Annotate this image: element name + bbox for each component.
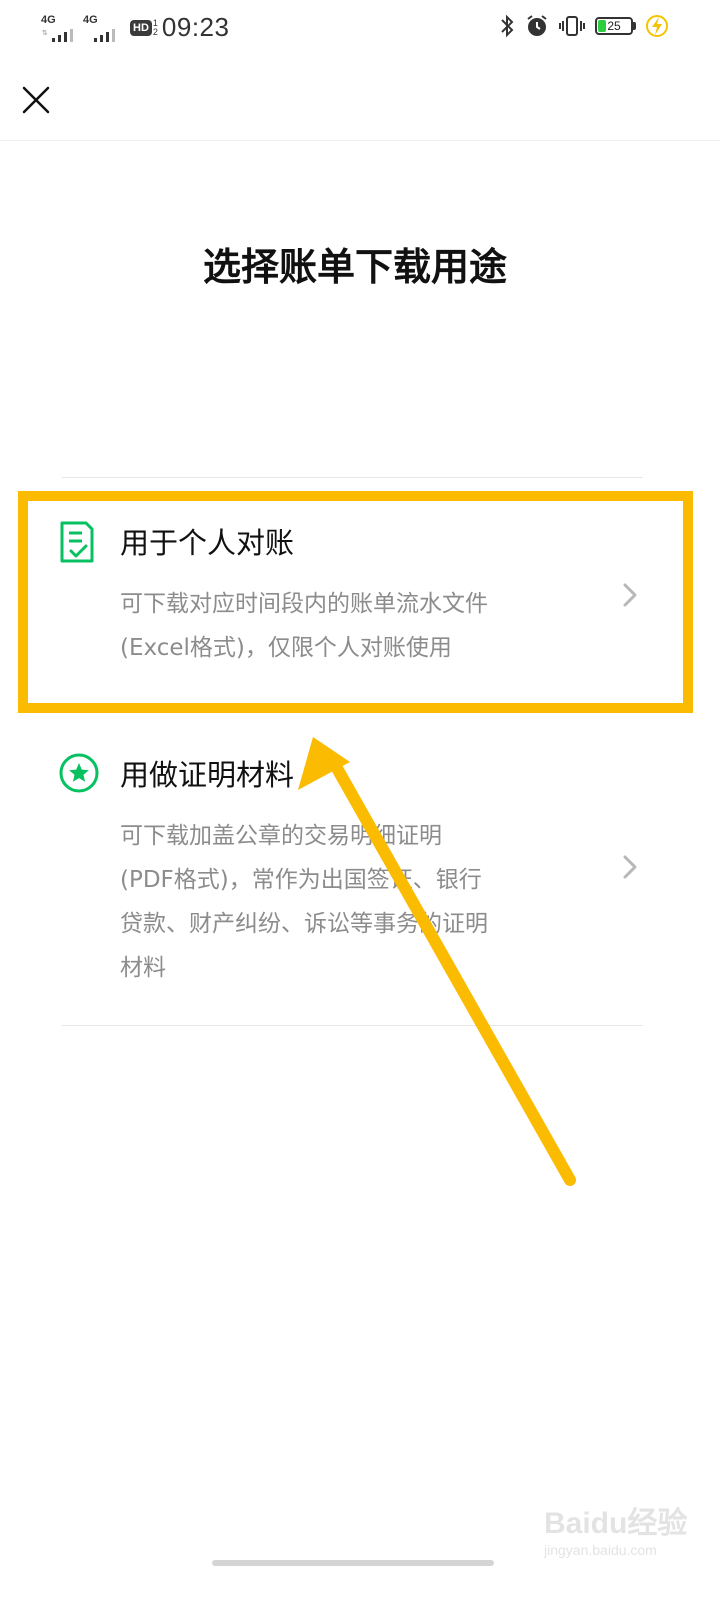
option-title: 用做证明材料 bbox=[120, 758, 295, 792]
watermark-site: jingyan.baidu.com bbox=[544, 1542, 657, 1558]
option-proof-material[interactable]: 用做证明材料 可下载加盖公章的交易明细证明 (PDF格式)，常作为出国签证、银行… bbox=[40, 752, 680, 992]
hd-voice-icon: HD 1 2 bbox=[130, 18, 158, 37]
chevron-right-icon bbox=[623, 855, 637, 879]
signal-sim2-icon: 4G bbox=[82, 14, 120, 42]
option-description-line: (PDF格式)，常作为出国签证、银行 bbox=[120, 867, 482, 893]
baidu-watermark: Baidu经验 jingyan.baidu.com bbox=[540, 1490, 710, 1580]
list-top-divider bbox=[62, 477, 643, 478]
option-description: 可下载对应时间段内的账单流水文件 (Excel格式)，仅限个人对账使用 bbox=[120, 582, 488, 670]
star-badge-icon bbox=[59, 753, 99, 793]
sim1-network-label: 4G bbox=[41, 13, 56, 26]
chevron-right-icon bbox=[623, 583, 637, 607]
option-description-line: 可下载对应时间段内的账单流水文件 bbox=[120, 591, 488, 617]
clock: 09:23 bbox=[161, 12, 230, 42]
close-button[interactable] bbox=[18, 82, 54, 118]
signal-sim1-icon: 4G ⇅ bbox=[40, 14, 78, 42]
option-description: 可下载加盖公章的交易明细证明 (PDF格式)，常作为出国签证、银行 贷款、财产纠… bbox=[120, 814, 488, 990]
battery-icon: 25 bbox=[595, 17, 636, 35]
bluetooth-icon bbox=[501, 14, 514, 38]
alarm-icon bbox=[527, 15, 547, 36]
nav-divider bbox=[0, 140, 720, 141]
vibrate-icon bbox=[559, 16, 585, 36]
document-check-icon bbox=[60, 521, 94, 563]
sim2-network-label: 4G bbox=[83, 13, 98, 26]
option-description-line: 材料 bbox=[120, 955, 166, 981]
option-title: 用于个人对账 bbox=[120, 526, 295, 560]
battery-level: 25 bbox=[607, 19, 621, 33]
option-description-line: 贷款、财产纠纷、诉讼等事务的证明 bbox=[120, 911, 488, 937]
watermark-brand: Baidu经验 bbox=[544, 1507, 688, 1540]
hd-sim-bottom: 2 bbox=[152, 26, 158, 37]
charging-icon bbox=[646, 15, 668, 37]
option-personal-reconciliation[interactable]: 用于个人对账 可下载对应时间段内的账单流水文件 (Excel格式)，仅限个人对账… bbox=[40, 520, 680, 670]
list-bottom-divider bbox=[62, 1025, 643, 1026]
page-title: 选择账单下载用途 bbox=[202, 245, 507, 289]
option-description-line: 可下载加盖公章的交易明细证明 bbox=[120, 823, 442, 849]
hd-badge: HD bbox=[130, 19, 152, 36]
close-icon bbox=[22, 86, 50, 114]
option-description-line: (Excel格式)，仅限个人对账使用 bbox=[120, 635, 452, 661]
home-indicator[interactable] bbox=[212, 1560, 494, 1566]
status-bar: 4G ⇅ 4G HD 1 2 09:23 25 bbox=[0, 0, 720, 56]
